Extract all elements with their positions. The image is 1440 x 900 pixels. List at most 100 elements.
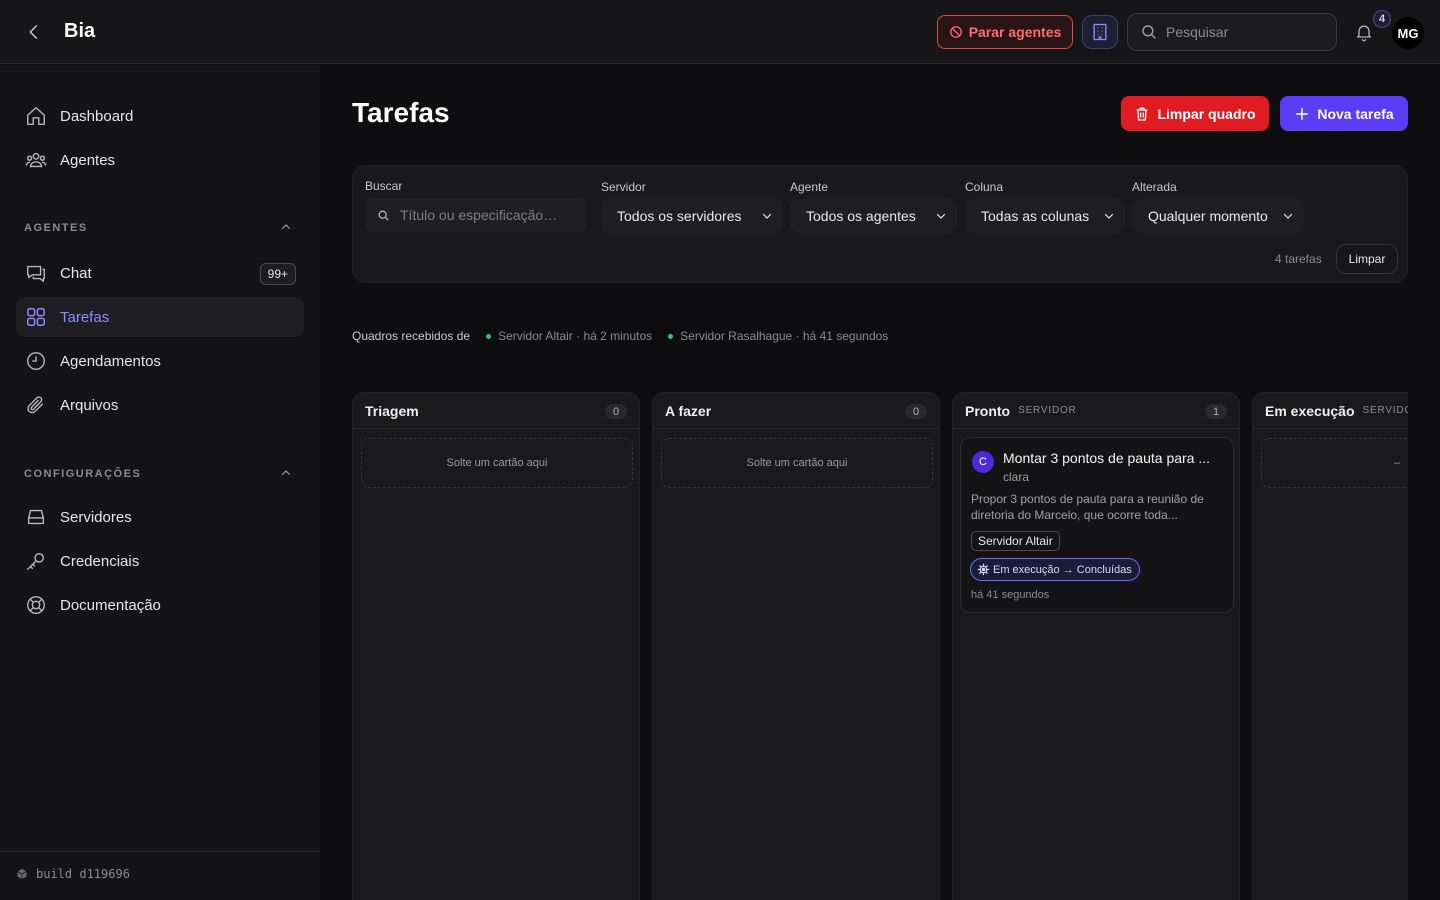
- column-count: 0: [905, 404, 927, 419]
- clock-icon: [24, 349, 48, 373]
- column-filter-label: Coluna: [965, 180, 1004, 194]
- search-icon: [378, 210, 389, 220]
- task-card[interactable]: C Montar 3 pontos de pauta para ... clar…: [960, 437, 1234, 613]
- collapse-agentes-button[interactable]: [278, 219, 294, 235]
- column-title: Em execução: [1265, 402, 1355, 419]
- column-title: A fazer: [665, 402, 712, 419]
- clear-board-label: Limpar quadro: [1157, 105, 1256, 122]
- server-filter-value: Todos os servidores: [617, 208, 742, 224]
- server-filter-label: Servidor: [601, 180, 646, 194]
- section-title-agentes: AGENTES: [24, 222, 88, 234]
- column-filter-value: Todas as colunas: [981, 208, 1090, 224]
- agent-filter-value: Todos os agentes: [806, 208, 916, 224]
- clear-filters-button[interactable]: Limpar: [1336, 244, 1398, 274]
- build-info: build d119696: [16, 867, 130, 881]
- sidebar-item-tarefas[interactable]: Tarefas: [16, 297, 304, 337]
- column-dropzone[interactable]: Solte um cartão aqui: [361, 438, 633, 488]
- gear-icon: [977, 563, 990, 576]
- building-icon: [1093, 23, 1107, 41]
- column-a-fazer: A fazer 0 Solte um cartão aqui: [652, 392, 940, 900]
- sidebar-item-credenciais[interactable]: Credenciais: [16, 541, 304, 581]
- sidebar-item-servidores[interactable]: Servidores: [16, 497, 304, 537]
- changed-filter-value: Qualquer momento: [1148, 208, 1268, 224]
- status-dot: [668, 333, 674, 339]
- sidebar-item-label: Dashboard: [60, 107, 134, 125]
- paperclip-icon: [24, 393, 48, 417]
- stop-agents-button[interactable]: Parar agentes: [937, 15, 1073, 49]
- received-server: Servidor Rasalhague · há 41 segundos: [668, 329, 888, 343]
- column-count: 0: [605, 404, 627, 419]
- task-title: Montar 3 pontos de pauta para ...: [1003, 450, 1211, 466]
- chevron-left-icon: [29, 25, 37, 39]
- chevron-up-icon: [281, 224, 291, 230]
- agent-filter-label: Agente: [790, 180, 829, 194]
- home-icon: [24, 104, 48, 128]
- task-updated-time: há 41 segundos: [971, 589, 1050, 601]
- task-search-input[interactable]: [400, 207, 580, 223]
- task-search[interactable]: [365, 198, 587, 232]
- stop-agents-label: Parar agentes: [968, 24, 1062, 40]
- column-pronto: Pronto SERVIDOR 1 C Montar 3 pontos de p…: [952, 392, 1240, 900]
- grid-icon: [24, 305, 48, 329]
- search-filter-label: Buscar: [365, 179, 403, 193]
- sidebar-item-label: Servidores: [60, 508, 132, 526]
- chevron-down-icon: [1283, 213, 1293, 219]
- server-filter-select[interactable]: Todos os servidores: [601, 199, 783, 233]
- sidebar-item-arquivos[interactable]: Arquivos: [16, 385, 304, 425]
- organization-button[interactable]: [1082, 15, 1118, 49]
- sidebar-item-label: Agentes: [60, 151, 116, 169]
- column-title: Triagem: [365, 402, 419, 419]
- key-icon: [24, 549, 48, 573]
- chat-unread-badge: 99+: [259, 263, 296, 285]
- sidebar-item-agendamentos[interactable]: Agendamentos: [16, 341, 304, 381]
- users-icon: [24, 148, 48, 172]
- build-label: build d119696: [36, 867, 130, 881]
- column-count: 1: [1205, 404, 1227, 419]
- sidebar-item-documentacao[interactable]: Documentação: [16, 585, 304, 625]
- lifebuoy-icon: [24, 593, 48, 617]
- column-filter-select[interactable]: Todas as colunas: [965, 199, 1125, 233]
- task-count: 4 tarefas: [1275, 252, 1322, 266]
- sidebar-item-label: Tarefas: [60, 308, 110, 326]
- global-search[interactable]: [1127, 13, 1337, 51]
- collapse-configuracoes-button[interactable]: [278, 465, 294, 481]
- filters-panel: Buscar Servidor Todos os servidores Agen…: [352, 165, 1408, 283]
- search-icon: [1142, 25, 1156, 39]
- global-search-input[interactable]: [1166, 24, 1316, 40]
- column-title: Pronto: [965, 402, 1011, 419]
- clear-board-button[interactable]: Limpar quadro: [1121, 96, 1269, 131]
- received-lead: Quadros recebidos de: [352, 329, 471, 343]
- changed-filter-select[interactable]: Qualquer momento: [1132, 199, 1304, 233]
- received-boards: Quadros recebidos de Servidor Altair · h…: [352, 329, 904, 343]
- sidebar-item-chat[interactable]: Chat 99+: [16, 253, 304, 293]
- plus-icon: [1296, 107, 1309, 120]
- column-header: A fazer 0: [653, 393, 939, 429]
- sidebar-item-label: Documentação: [60, 596, 161, 614]
- chevron-down-icon: [936, 213, 946, 219]
- status-dot: [486, 333, 492, 339]
- column-dropzone[interactable]: Solte um cartão aqui: [661, 438, 933, 488]
- user-avatar[interactable]: MG: [1392, 17, 1424, 49]
- column-dropzone[interactable]: –: [1261, 438, 1408, 488]
- app-title: Bia: [64, 20, 96, 42]
- ban-icon: [949, 26, 962, 38]
- bell-icon: [1357, 25, 1371, 42]
- server-icon: [24, 505, 48, 529]
- page-title: Tarefas: [352, 97, 450, 128]
- column-triagem: Triagem 0 Solte um cartão aqui: [352, 392, 640, 900]
- status-flow-text: Em execução → Concluídas: [993, 563, 1132, 576]
- chevron-up-icon: [281, 470, 291, 476]
- sidebar-item-label: Chat: [60, 264, 92, 282]
- agent-filter-select[interactable]: Todos os agentes: [790, 199, 957, 233]
- status-flow-badge: Em execução → Concluídas: [970, 558, 1140, 581]
- new-task-button[interactable]: Nova tarefa: [1280, 96, 1408, 131]
- task-description: Propor 3 pontos de pauta para a reunião …: [971, 492, 1204, 522]
- back-button[interactable]: [22, 20, 46, 44]
- column-header: Triagem 0: [353, 393, 639, 429]
- chevron-down-icon: [762, 213, 772, 219]
- sidebar-item-dashboard[interactable]: Dashboard: [16, 96, 304, 136]
- server-tag: Servidor Altair: [971, 531, 1060, 551]
- kanban-board: Triagem 0 Solte um cartão aqui A fazer 0…: [352, 392, 1408, 900]
- sidebar-item-agentes[interactable]: Agentes: [16, 140, 304, 180]
- section-title-configuracoes: CONFIGURAÇÕES: [24, 468, 142, 480]
